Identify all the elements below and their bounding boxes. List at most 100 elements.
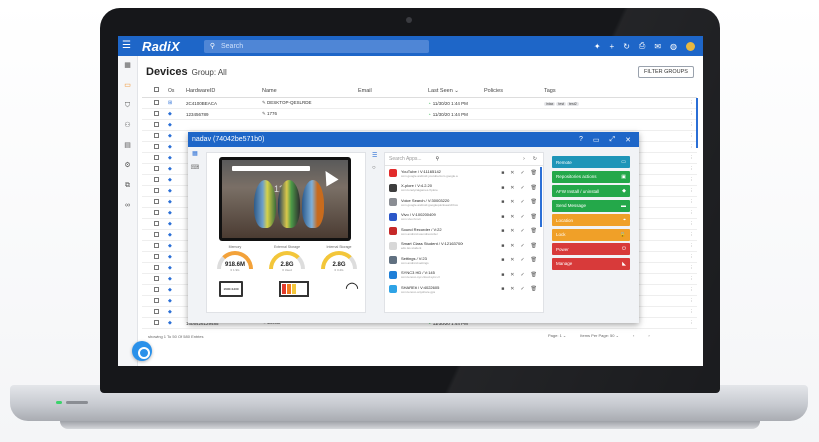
delete-icon[interactable]: 🗑 xyxy=(531,170,537,176)
lock-button[interactable]: Lock 🔒 xyxy=(552,228,630,241)
row-checkbox[interactable] xyxy=(154,265,159,270)
android-icon[interactable]: ⚙ xyxy=(118,156,137,176)
tag-chip[interactable]: intax xyxy=(544,101,556,106)
col-hardware[interactable]: HardwareID xyxy=(186,88,262,94)
message-icon[interactable]: ✉ xyxy=(654,42,661,51)
afw-install-uninstall-button[interactable]: AFW Install / uninstall ◆ xyxy=(552,185,630,197)
delete-icon[interactable]: 🗑 xyxy=(531,243,537,249)
page-select[interactable]: Page: 1 ⌄ xyxy=(548,333,566,338)
col-email[interactable]: Email xyxy=(358,88,428,94)
screen-capture-icon[interactable]: 1600×1200 xyxy=(219,281,243,297)
row-checkbox[interactable] xyxy=(154,210,159,215)
list-icon[interactable]: ☰ xyxy=(372,152,380,159)
next-page-icon[interactable]: › xyxy=(648,333,649,338)
app-row[interactable]: X-plore / V:4.2.20 com.lonelycatgames.Xpl… xyxy=(385,181,543,196)
search-input[interactable]: ⚲ Search xyxy=(203,39,429,53)
row-checkbox[interactable] xyxy=(154,276,159,281)
row-checkbox[interactable] xyxy=(154,254,159,259)
row-checkbox[interactable] xyxy=(154,111,159,116)
row-menu-icon[interactable]: ⋮ xyxy=(689,232,697,238)
row-checkbox[interactable] xyxy=(154,133,159,138)
dashboard-icon[interactable]: ▦ xyxy=(118,56,137,76)
check-icon[interactable]: ✓ xyxy=(520,286,524,292)
row-menu-icon[interactable]: ⋮ xyxy=(689,199,697,205)
stop-icon[interactable]: ■ xyxy=(501,199,504,205)
col-last-seen[interactable]: Last Seen ⌄ xyxy=(428,88,484,94)
col-policies[interactable]: Policies xyxy=(484,88,544,94)
tag-chip[interactable]: test2 xyxy=(567,101,579,106)
stop-icon[interactable]: ■ xyxy=(501,257,504,263)
close-icon[interactable]: ✕ xyxy=(510,228,514,234)
row-checkbox[interactable] xyxy=(154,177,159,182)
row-menu-icon[interactable]: ⋮ xyxy=(689,309,697,315)
row-checkbox[interactable] xyxy=(154,100,159,105)
power-button[interactable]: Power ⏻ xyxy=(552,243,630,255)
row-menu-icon[interactable]: ⋮ xyxy=(689,320,697,326)
stop-icon[interactable]: ■ xyxy=(501,243,504,249)
app-row[interactable]: SHAREit / V:4022605 com.lenovo.anyshare.g… xyxy=(385,282,543,297)
close-icon[interactable]: ✕ xyxy=(510,185,514,191)
check-icon[interactable]: ✓ xyxy=(520,185,524,191)
row-checkbox[interactable] xyxy=(154,243,159,248)
row-menu-icon[interactable]: ⋮ xyxy=(689,155,697,161)
per-page-select[interactable]: Items Per Page: 50 ⌄ xyxy=(580,333,619,338)
stop-icon[interactable]: ■ xyxy=(501,170,504,176)
app-row[interactable]: SYNC3 HD / V:145 com.lenovo.syc.cloud.syn… xyxy=(385,268,543,283)
devices-icon[interactable]: ▭ xyxy=(118,76,137,96)
row-checkbox[interactable] xyxy=(154,188,159,193)
tag-chip[interactable]: test xyxy=(556,101,567,106)
row-menu-icon[interactable]: ⋮ xyxy=(689,287,697,293)
app-row[interactable]: Voice Search / V:30003220 com.google.andr… xyxy=(385,195,543,210)
delete-icon[interactable]: 🗑 xyxy=(531,185,537,191)
remote-button[interactable]: Remote ▭ xyxy=(552,156,630,168)
check-icon[interactable]: ✓ xyxy=(520,272,524,278)
row-checkbox[interactable] xyxy=(154,287,159,292)
app-row[interactable]: YouTube / V:11165142 com.google.android.y… xyxy=(385,166,543,181)
user-avatar-icon[interactable] xyxy=(686,41,695,51)
check-icon[interactable]: ✓ xyxy=(520,243,524,249)
check-icon[interactable]: ✓ xyxy=(520,228,524,234)
row-checkbox[interactable] xyxy=(154,199,159,204)
col-name[interactable]: Name xyxy=(262,88,358,94)
copy-icon[interactable]: ⧉ xyxy=(118,176,137,196)
expand-icon[interactable]: ⤢ xyxy=(610,136,616,144)
row-checkbox[interactable] xyxy=(154,298,159,303)
app-row[interactable]: Settings / V:23 com.android.settings ■ ✕ ✓ 🗑 xyxy=(385,253,543,268)
stop-icon[interactable]: ■ xyxy=(501,272,504,278)
send-message-button[interactable]: Send Message ▬ xyxy=(552,199,630,212)
check-icon[interactable]: ✓ xyxy=(520,257,524,263)
row-checkbox[interactable] xyxy=(154,144,159,149)
users-icon[interactable]: ⚇ xyxy=(118,116,137,136)
apps-scrollbar[interactable] xyxy=(540,167,542,227)
row-menu-icon[interactable]: ⋮ xyxy=(689,221,697,227)
dashboard-icon[interactable]: ▦ xyxy=(188,147,202,161)
row-menu-icon[interactable]: ⋮ xyxy=(689,265,697,271)
close-icon[interactable]: ✕ xyxy=(510,272,514,278)
refresh-icon[interactable]: ↻ xyxy=(533,156,537,162)
link-icon[interactable]: ∞ xyxy=(118,196,137,216)
row-checkbox[interactable] xyxy=(154,232,159,237)
stop-icon[interactable]: ■ xyxy=(501,286,504,292)
device-name[interactable]: ✎ 1776 xyxy=(262,111,358,117)
delete-icon[interactable]: 🗑 xyxy=(531,257,537,263)
col-os[interactable]: Os xyxy=(168,88,186,94)
table-scrollbar[interactable] xyxy=(696,98,698,148)
check-icon[interactable]: ✓ xyxy=(520,214,524,220)
refresh-icon[interactable]: ↻ xyxy=(623,42,630,51)
check-icon[interactable]: ✓ xyxy=(520,199,524,205)
stop-icon[interactable]: ■ xyxy=(501,214,504,220)
close-icon[interactable]: ✕ xyxy=(510,170,514,176)
app-row[interactable]: Smart Class Student / V:1216370000 edu.ts… xyxy=(385,239,543,254)
chat-fab-button[interactable] xyxy=(132,341,152,361)
delete-icon[interactable]: 🗑 xyxy=(531,214,537,220)
manage-button[interactable]: Manage ◣ xyxy=(552,257,630,270)
col-tags[interactable]: Tags xyxy=(544,88,697,94)
plus-icon[interactable]: + xyxy=(610,42,615,51)
row-menu-icon[interactable]: ⋮ xyxy=(689,188,697,194)
apps-search-input[interactable]: Search Apps... ⚲ › ↻ xyxy=(385,153,543,166)
row-checkbox[interactable] xyxy=(154,221,159,226)
check-icon[interactable]: ✓ xyxy=(520,170,524,176)
row-menu-icon[interactable]: ⋮ xyxy=(689,210,697,216)
circle-icon[interactable]: ○ xyxy=(372,165,380,171)
table-row[interactable]: ⊞ 2C4100BEACA ✎ DESKTOP-QESLRDE ◔ 11/30/20 1… xyxy=(142,98,697,109)
